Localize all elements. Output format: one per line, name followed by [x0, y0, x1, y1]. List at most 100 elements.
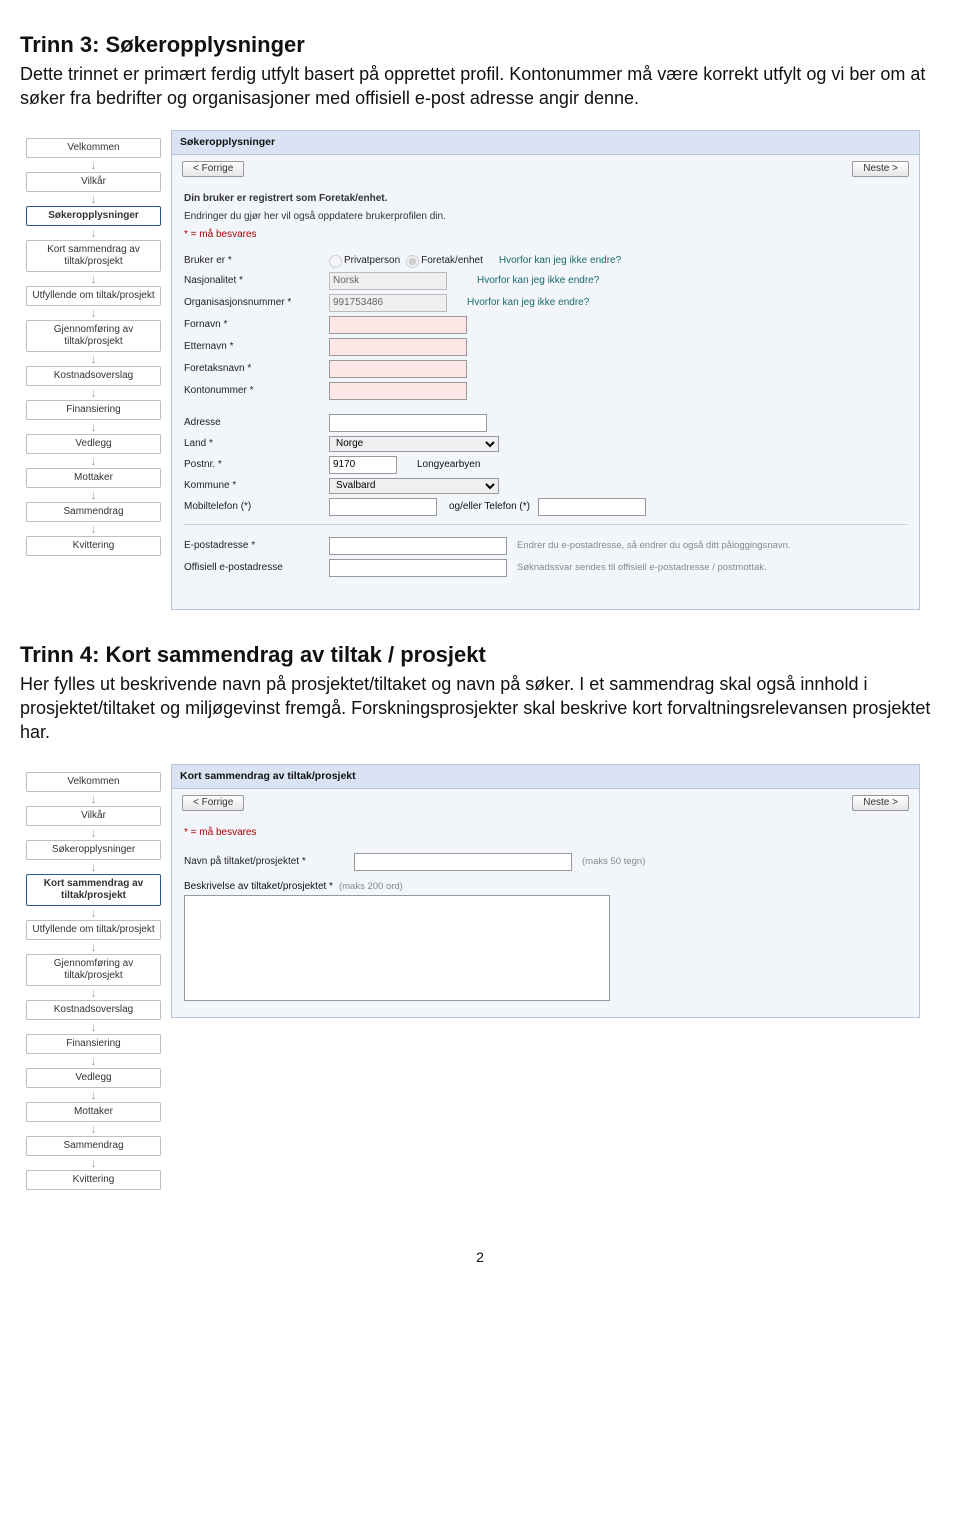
chevron-down-icon: ↓	[26, 826, 161, 840]
section3-intro: Dette trinnet er primært ferdig utfylt b…	[20, 62, 940, 111]
chevron-down-icon: ↓	[26, 158, 161, 172]
chevron-down-icon: ↓	[26, 306, 161, 320]
mobil-input[interactable]	[329, 498, 437, 516]
nav-step[interactable]: Sammendrag	[26, 1136, 161, 1156]
lbl-land: Land *	[184, 438, 329, 450]
nav-step[interactable]: Gjennomføring av tiltak/prosjekt	[26, 320, 161, 352]
reg-line1: Din bruker er registrert som Foretak/enh…	[184, 193, 907, 205]
lbl-foretak: Foretaksnavn *	[184, 363, 329, 375]
nav-step[interactable]: Kvittering	[26, 1170, 161, 1190]
chevron-down-icon: ↓	[26, 352, 161, 366]
section4-title: Trinn 4: Kort sammendrag av tiltak / pro…	[20, 640, 940, 670]
section3-title: Trinn 3: Søkeropplysninger	[20, 30, 940, 60]
telefon-input[interactable]	[538, 498, 646, 516]
nav-step[interactable]: Kostnadsoverslag	[26, 1000, 161, 1020]
radio-privat	[329, 255, 342, 268]
screenshot-2: Velkommen↓Vilkår↓Søkeropplysninger↓Kort …	[20, 764, 920, 1198]
next-button-2[interactable]: Neste >	[852, 795, 909, 811]
chevron-down-icon: ↓	[26, 488, 161, 502]
offepost-input[interactable]	[329, 559, 507, 577]
chevron-down-icon: ↓	[26, 906, 161, 920]
nav-step[interactable]: Søkeropplysninger	[26, 206, 161, 226]
nav-step[interactable]: Mottaker	[26, 468, 161, 488]
chevron-down-icon: ↓	[26, 420, 161, 434]
navn-tiltak-input[interactable]	[354, 853, 572, 871]
step-nav-2: Velkommen↓Vilkår↓Søkeropplysninger↓Kort …	[20, 764, 167, 1198]
nav-step[interactable]: Kort sammendrag av tiltak/prosjekt	[26, 874, 161, 906]
foretak-input[interactable]	[329, 360, 467, 378]
epost-note: Endrer du e-postadresse, så endrer du og…	[517, 540, 791, 551]
lbl-epost: E-postadresse *	[184, 540, 329, 552]
lbl-postnr: Postnr. *	[184, 459, 329, 471]
radio-foretak	[406, 255, 419, 268]
chevron-down-icon: ↓	[26, 940, 161, 954]
must-answer-2: * = må besvares	[184, 827, 907, 839]
panel-2: Kort sammendrag av tiltak/prosjekt < For…	[171, 764, 920, 1018]
nav-step[interactable]: Vedlegg	[26, 1068, 161, 1088]
beskrivelse-textarea[interactable]	[184, 895, 610, 1001]
nav-step[interactable]: Utfyllende om tiltak/prosjekt	[26, 286, 161, 306]
radio-foretak-lbl: Foretak/enhet	[421, 255, 483, 267]
kommune-select[interactable]: Svalbard	[329, 478, 499, 494]
nav-step[interactable]: Vilkår	[26, 806, 161, 826]
nav-step[interactable]: Vedlegg	[26, 434, 161, 454]
change-link-3[interactable]: Hvorfor kan jeg ikke endre?	[467, 297, 589, 309]
lbl-beskrivelse: Beskrivelse av tiltaket/prosjektet *	[184, 881, 333, 893]
nav-step[interactable]: Utfyllende om tiltak/prosjekt	[26, 920, 161, 940]
nav-step[interactable]: Kort sammendrag av tiltak/prosjekt	[26, 240, 161, 272]
lbl-mobil: Mobiltelefon (*)	[184, 501, 329, 513]
page-number: 2	[20, 1248, 940, 1267]
reg-line2: Endringer du gjør her vil også oppdatere…	[184, 211, 907, 223]
nav-step[interactable]: Gjennomføring av tiltak/prosjekt	[26, 954, 161, 986]
section4-intro: Her fylles ut beskrivende navn på prosje…	[20, 672, 940, 745]
land-select[interactable]: Norge	[329, 436, 499, 452]
lbl-nasjonalitet: Nasjonalitet *	[184, 275, 329, 287]
konto-input[interactable]	[329, 382, 467, 400]
panel2-title: Kort sammendrag av tiltak/prosjekt	[172, 765, 919, 789]
change-link-1[interactable]: Hvorfor kan jeg ikke endre?	[499, 255, 621, 267]
lbl-fornavn: Fornavn *	[184, 319, 329, 331]
nav-step[interactable]: Vilkår	[26, 172, 161, 192]
etternavn-input[interactable]	[329, 338, 467, 356]
panel-1: Søkeropplysninger < Forrige Neste > Din …	[171, 130, 920, 610]
lbl-kommune: Kommune *	[184, 480, 329, 492]
nav-step[interactable]: Finansiering	[26, 400, 161, 420]
chevron-down-icon: ↓	[26, 1054, 161, 1068]
nav-step[interactable]: Søkeropplysninger	[26, 840, 161, 860]
lbl-navn-tiltak: Navn på tiltaket/prosjektet *	[184, 856, 354, 868]
orgnr-input	[329, 294, 447, 312]
nav-step[interactable]: Mottaker	[26, 1102, 161, 1122]
offepost-note: Søknadssvar sendes til offisiell e-posta…	[517, 562, 767, 573]
postnr-input[interactable]	[329, 456, 397, 474]
chevron-down-icon: ↓	[26, 1122, 161, 1136]
chevron-down-icon: ↓	[26, 1020, 161, 1034]
chevron-down-icon: ↓	[26, 1156, 161, 1170]
prev-button-2[interactable]: < Forrige	[182, 795, 244, 811]
nav-step[interactable]: Finansiering	[26, 1034, 161, 1054]
adresse-input[interactable]	[329, 414, 487, 432]
nav-step[interactable]: Velkommen	[26, 772, 161, 792]
nav-step[interactable]: Sammendrag	[26, 502, 161, 522]
fornavn-input[interactable]	[329, 316, 467, 334]
must-answer-1: * = må besvares	[184, 229, 907, 241]
lbl-etternavn: Etternavn *	[184, 341, 329, 353]
lbl-ogeller: og/eller Telefon (*)	[449, 501, 530, 513]
nav-step[interactable]: Velkommen	[26, 138, 161, 158]
prev-button-1[interactable]: < Forrige	[182, 161, 244, 177]
lbl-konto: Kontonummer *	[184, 385, 329, 397]
poststed-label: Longyearbyen	[417, 459, 480, 471]
change-link-2[interactable]: Hvorfor kan jeg ikke endre?	[477, 275, 599, 287]
lbl-orgnr: Organisasjonsnummer *	[184, 297, 329, 309]
nav-step[interactable]: Kostnadsoverslag	[26, 366, 161, 386]
lbl-offepost: Offisiell e-postadresse	[184, 562, 329, 574]
panel1-title: Søkeropplysninger	[172, 131, 919, 155]
chevron-down-icon: ↓	[26, 272, 161, 286]
epost-input[interactable]	[329, 537, 507, 555]
screenshot-1: Velkommen↓Vilkår↓Søkeropplysninger↓Kort …	[20, 130, 920, 610]
chevron-down-icon: ↓	[26, 522, 161, 536]
chevron-down-icon: ↓	[26, 860, 161, 874]
chevron-down-icon: ↓	[26, 386, 161, 400]
nav-step[interactable]: Kvittering	[26, 536, 161, 556]
next-button-1[interactable]: Neste >	[852, 161, 909, 177]
chevron-down-icon: ↓	[26, 1088, 161, 1102]
